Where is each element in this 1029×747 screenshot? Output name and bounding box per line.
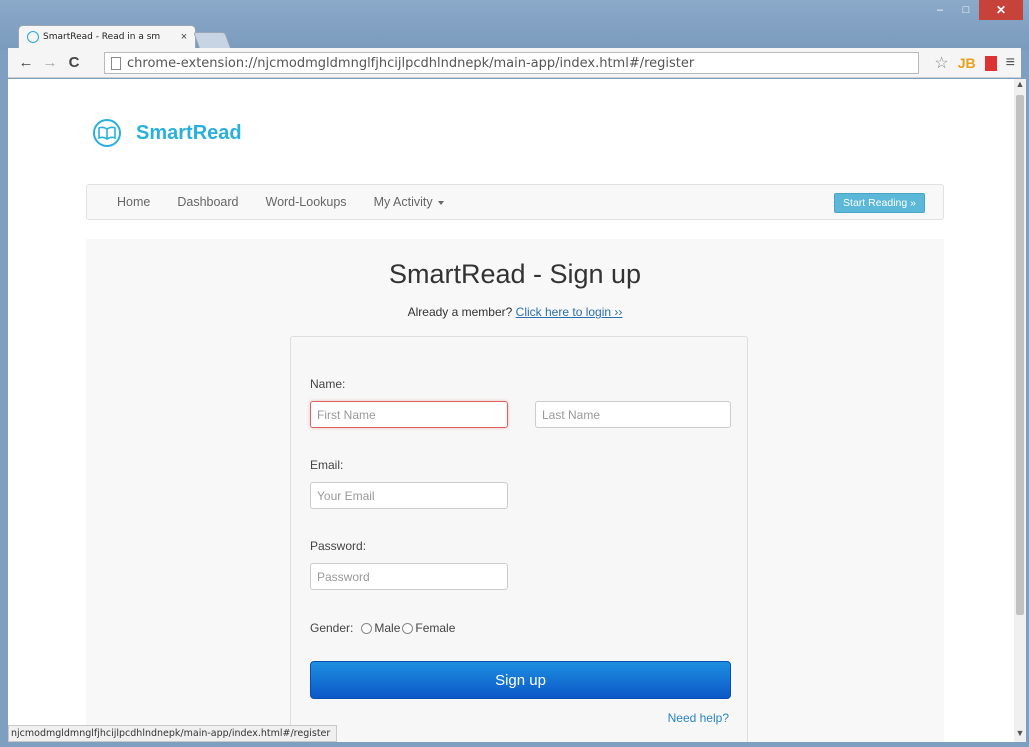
red-book-extension-icon[interactable] — [984, 55, 997, 71]
new-tab-button[interactable] — [193, 32, 231, 48]
female-radio[interactable] — [402, 622, 414, 634]
address-bar-url: chrome-extension://njcmodmgldmnglfjhcijl… — [127, 55, 695, 71]
jetbrains-extension-icon[interactable]: JB — [958, 55, 976, 71]
password-label: Password: — [310, 539, 367, 553]
name-label: Name: — [310, 377, 346, 391]
nav-dashboard[interactable]: Dashboard — [177, 195, 238, 209]
forward-arrow-icon[interactable]: → — [40, 54, 60, 71]
page-icon — [111, 56, 121, 70]
status-bar: njcmodmgldmnglfjhcijlpcdhlndnepk/main-ap… — [8, 725, 338, 742]
close-window-button[interactable]: ✕ — [979, 0, 1023, 20]
brand-name: SmartRead — [136, 121, 242, 144]
nav-my-activity-dropdown[interactable]: My Activity — [374, 195, 444, 209]
tab-close-icon[interactable]: × — [177, 31, 191, 43]
toolbar-icons: ☆ JB ≡ — [934, 53, 1015, 73]
nav-home[interactable]: Home — [117, 195, 150, 209]
login-prompt-line: Already a member? Click here to login ›› — [86, 305, 944, 319]
reload-icon[interactable]: C — [64, 54, 84, 71]
browser-tab[interactable]: SmartRead - Read in a sm × — [18, 25, 196, 48]
smartread-favicon-icon — [27, 31, 39, 43]
login-prompt-text: Already a member? — [407, 305, 513, 319]
bookmark-star-icon[interactable]: ☆ — [934, 53, 948, 73]
male-label[interactable]: Male — [374, 621, 400, 635]
gender-label: Gender: — [310, 621, 354, 635]
need-help-link[interactable]: Need help? — [668, 711, 729, 725]
scroll-up-arrow-icon[interactable]: ▲ — [1014, 79, 1026, 93]
gender-row: Gender: Male Female — [310, 621, 455, 635]
address-bar[interactable]: chrome-extension://njcmodmgldmnglfjhcijl… — [104, 52, 919, 74]
vertical-scrollbar[interactable]: ▲ ▼ — [1014, 79, 1026, 742]
email-input[interactable]: Your Email — [310, 482, 508, 509]
email-label: Email: — [310, 458, 344, 472]
page-title: SmartRead - Sign up — [388, 259, 642, 289]
scroll-down-arrow-icon[interactable]: ▼ — [1014, 728, 1026, 742]
signup-form: Name: First Name Last Name Email: Your E… — [290, 336, 748, 742]
start-reading-button[interactable]: Start Reading » — [834, 193, 925, 213]
female-label[interactable]: Female — [415, 621, 455, 635]
back-arrow-icon[interactable]: ← — [16, 54, 36, 71]
first-name-input[interactable]: First Name — [310, 401, 508, 428]
page-viewport: SmartRead Home Dashboard Word-Lookups My… — [8, 79, 1014, 742]
chrome-menu-icon[interactable]: ≡ — [1006, 54, 1015, 72]
password-input[interactable]: Password — [310, 563, 508, 590]
window-controls: ‒ □ ✕ — [927, 0, 1023, 20]
window-titlebar: SmartRead - Read in a sm × ‒ □ ✕ — [0, 0, 1029, 50]
nav-my-activity-label: My Activity — [373, 195, 433, 209]
male-radio[interactable] — [361, 622, 373, 634]
nav-word-lookups[interactable]: Word-Lookups — [266, 195, 347, 209]
last-name-input[interactable]: Last Name — [535, 401, 731, 428]
brand[interactable]: SmartRead — [93, 119, 242, 147]
tab-title: SmartRead - Read in a sm — [43, 32, 161, 42]
browser-toolbar: ← → C chrome-extension://njcmodmgldmnglf… — [8, 48, 1021, 78]
main-navbar: Home Dashboard Word-Lookups My Activity … — [86, 184, 944, 220]
caret-down-icon — [437, 200, 444, 205]
login-link[interactable]: Click here to login ›› — [516, 305, 623, 319]
signup-button[interactable]: Sign up — [310, 661, 731, 699]
maximize-button[interactable]: □ — [953, 0, 979, 20]
minimize-button[interactable]: ‒ — [927, 0, 953, 20]
scroll-thumb[interactable] — [1016, 95, 1024, 615]
signup-section: SmartRead - Sign up Already a member? Cl… — [86, 239, 944, 742]
open-book-icon — [93, 119, 121, 147]
